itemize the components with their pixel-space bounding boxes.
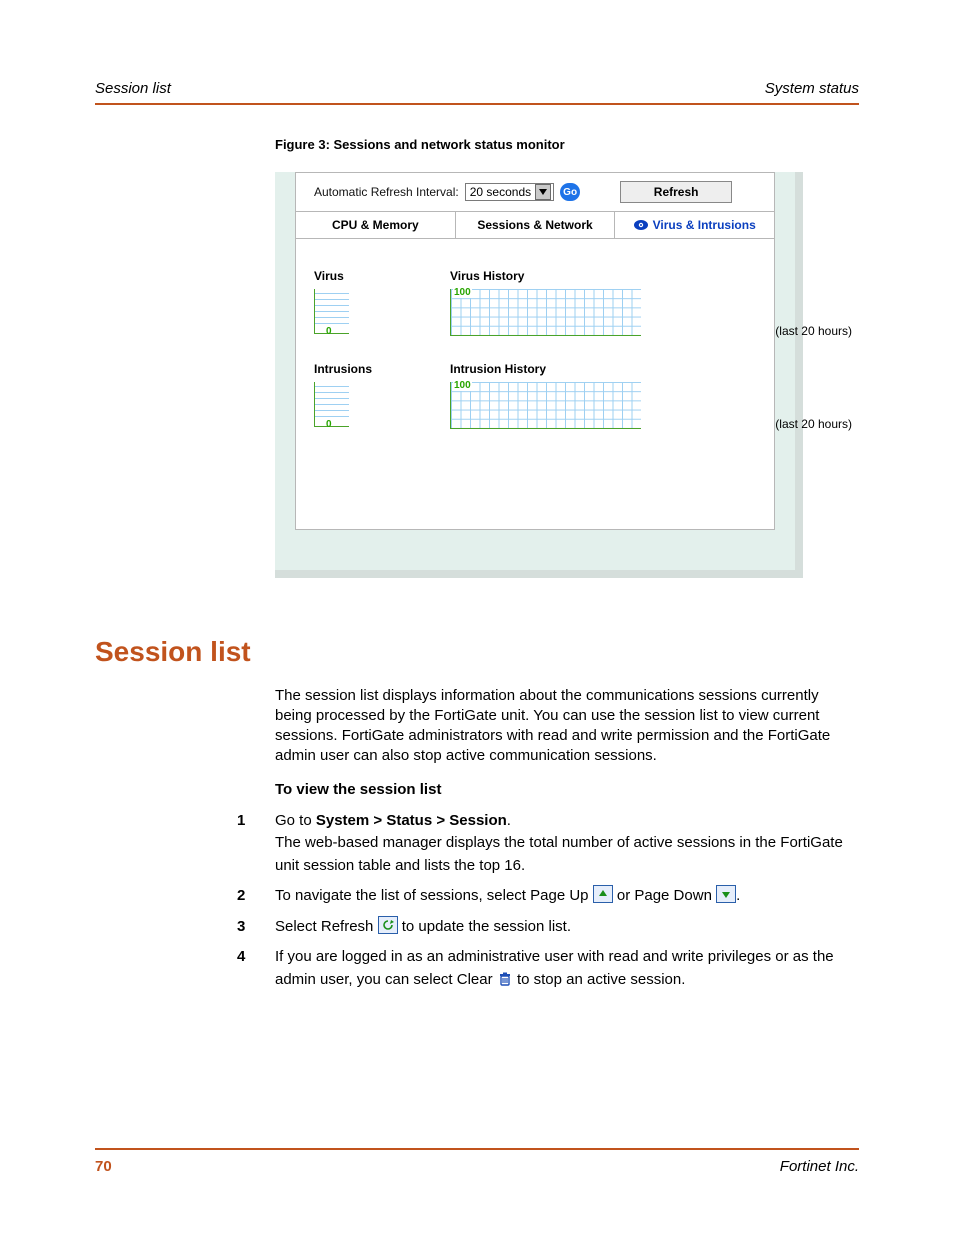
tab-sessions-network-label: Sessions & Network [477, 218, 592, 232]
page-footer: 70 Fortinet Inc. [95, 1148, 859, 1175]
refresh-interval-label: Automatic Refresh Interval: [314, 185, 459, 199]
page-number: 70 [95, 1158, 112, 1175]
monitor-tabs: CPU & Memory Sessions & Network [296, 211, 774, 239]
tab-sessions-network[interactable]: Sessions & Network [456, 212, 616, 238]
go-button[interactable]: Go [560, 183, 580, 201]
intrusion-history-caption: (last 20 hours) [775, 417, 852, 431]
step-3: Select Refresh to update the session lis… [237, 916, 859, 939]
tab-virus-intrusions[interactable]: Virus & Intrusions [615, 212, 774, 238]
monitor-toolbar: Automatic Refresh Interval: 20 seconds G… [296, 173, 774, 211]
procedure-steps: Go to System > Status > Session. The web… [275, 810, 859, 992]
virus-history-title: Virus History [450, 269, 756, 283]
intrusion-history-ylabel: 100 [453, 380, 472, 391]
virus-history-graph: 100 [450, 289, 641, 336]
step-2: To navigate the list of sessions, select… [237, 885, 859, 908]
page-down-icon [716, 885, 736, 903]
refresh-interval-select[interactable]: 20 seconds [465, 183, 554, 201]
intrusion-history-title: Intrusion History [450, 362, 756, 376]
intrusions-title: Intrusions [314, 362, 436, 376]
tab-virus-intrusions-label: Virus & Intrusions [653, 218, 756, 232]
section-intro: The session list displays information ab… [275, 686, 859, 766]
step-1-sub: The web-based manager displays the total… [275, 832, 859, 877]
dropdown-arrow-icon[interactable] [535, 184, 551, 200]
tab-cpu-memory-label: CPU & Memory [332, 218, 419, 232]
header-right: System status [765, 80, 859, 97]
virus-gauge-zero: 0 [326, 326, 332, 337]
virus-history-caption: (last 20 hours) [775, 324, 852, 338]
trash-icon [497, 971, 513, 987]
screenshot-panel: Automatic Refresh Interval: 20 seconds G… [275, 172, 803, 578]
step-1: Go to System > Status > Session. The web… [237, 810, 859, 878]
company-name: Fortinet Inc. [780, 1158, 859, 1175]
refresh-interval-value: 20 seconds [470, 185, 531, 199]
page-header: Session list System status [95, 80, 859, 105]
page-up-icon [593, 885, 613, 903]
header-left: Session list [95, 80, 171, 97]
step-4: If you are logged in as an administrativ… [237, 946, 859, 991]
step-1-path: System > Status > Session [316, 812, 507, 829]
virus-history-ylabel: 100 [453, 287, 472, 298]
intrusions-gauge-zero: 0 [326, 419, 332, 430]
refresh-icon [378, 916, 398, 934]
refresh-button[interactable]: Refresh [620, 181, 732, 203]
figure-caption: Figure 3: Sessions and network status mo… [275, 137, 859, 152]
monitor-content: Virus 0 [296, 239, 774, 429]
eye-icon [634, 220, 648, 230]
section-heading: Session list [95, 636, 859, 668]
virus-title: Virus [314, 269, 436, 283]
intrusion-history-graph: 100 [450, 382, 641, 429]
procedure-title: To view the session list [275, 780, 859, 800]
tab-cpu-memory[interactable]: CPU & Memory [296, 212, 456, 238]
